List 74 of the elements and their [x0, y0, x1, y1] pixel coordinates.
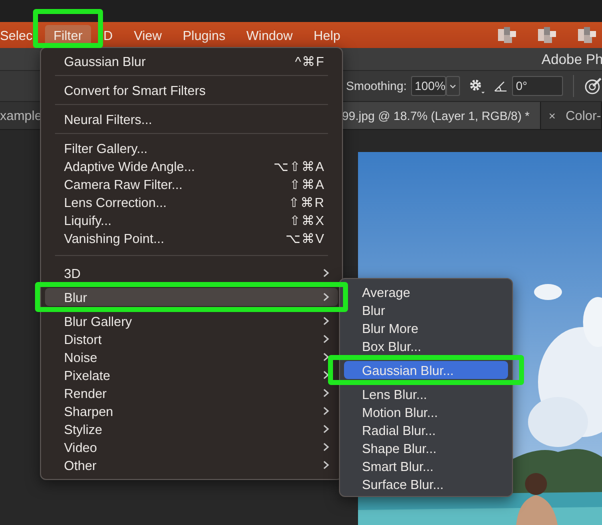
menu-item[interactable]: Stylize — [45, 420, 338, 438]
smoothing-label: Smoothing: — [346, 79, 407, 93]
menu-item[interactable]: Filter Gallery... — [45, 139, 338, 157]
menu-bar-item[interactable]: Plugins — [174, 24, 234, 46]
menu-item-label[interactable]: Vanishing Point... — [64, 230, 286, 246]
status-icon[interactable] — [538, 27, 556, 43]
menu-bar-item[interactable]: Selec — [0, 24, 42, 46]
menu-item-label[interactable]: Adaptive Wide Angle... — [64, 158, 274, 174]
close-icon[interactable]: × — [548, 108, 556, 122]
menu-item[interactable]: Other — [45, 456, 338, 474]
menu-item-label[interactable]: Stylize — [64, 422, 322, 436]
menu-item[interactable]: Gaussian Blur... — [344, 361, 508, 379]
menu-item[interactable]: Blur — [45, 288, 338, 306]
smoothing-field[interactable]: 100% — [410, 76, 446, 96]
menu-item-label[interactable]: Distort — [64, 332, 322, 346]
menu-item[interactable]: Neural Filters... — [45, 110, 338, 128]
status-icon[interactable] — [498, 27, 516, 43]
menu-item[interactable]: Blur — [344, 301, 508, 319]
menu-item-label[interactable]: Gaussian Blur — [64, 54, 295, 68]
menu-bar-item[interactable]: Help — [304, 24, 350, 46]
shortcut-label: ⌥⌘V — [285, 230, 325, 246]
shortcut-label: ⇧⌘A — [289, 176, 325, 192]
menu-item[interactable]: Gaussian Blur ^⌘F — [45, 52, 338, 70]
tab-label[interactable]: Color- — [566, 108, 601, 123]
menu-item[interactable]: Vanishing Point... ⌥⌘V — [45, 229, 338, 247]
menu-bar-item[interactable]: Window — [237, 24, 302, 46]
menu-item-label[interactable]: Other — [64, 458, 322, 472]
menu-item[interactable]: Pixelate — [45, 366, 338, 384]
menu-item-label[interactable]: Sharpen — [64, 404, 322, 418]
menu-item-label[interactable]: Noise — [64, 350, 322, 364]
menu-item[interactable]: 3D — [45, 264, 338, 282]
menu-item-label[interactable]: Blur Gallery — [64, 314, 322, 328]
menu-item-label[interactable]: 3D — [64, 266, 322, 280]
menu-bar-item[interactable]: View — [124, 24, 171, 46]
menu-item[interactable]: Sharpen — [45, 402, 338, 420]
menu-item[interactable]: Smart Blur... — [344, 457, 508, 475]
menu-item[interactable]: Box Blur... — [344, 337, 508, 355]
shortcut-label: ⇧⌘R — [288, 194, 325, 210]
menu-item[interactable]: Surface Blur... — [344, 475, 508, 493]
menu-item-label[interactable]: Blur — [64, 290, 322, 304]
shortcut-label: ^⌘F — [294, 54, 325, 68]
menu-item-label[interactable]: Camera Raw Filter... — [64, 176, 290, 192]
angle-field[interactable]: 0° — [512, 76, 563, 96]
menu-item[interactable]: Convert for Smart Filters — [45, 81, 338, 99]
menu-item[interactable]: Distort — [45, 330, 338, 348]
menu-item[interactable]: Blur More — [344, 319, 508, 337]
highlight-frame — [32, 8, 104, 48]
menu-item[interactable]: Shape Blur... — [344, 439, 508, 457]
menu-bar-item[interactable]: D — [94, 24, 122, 46]
menu-item-label[interactable]: Video — [64, 440, 322, 454]
menu-item-label[interactable]: Lens Correction... — [64, 194, 289, 210]
menu-item-label[interactable]: Liquify... — [64, 212, 290, 228]
menu-item[interactable]: Lens Correction... ⇧⌘R — [45, 193, 338, 211]
menu-item[interactable]: Render — [45, 384, 338, 402]
shortcut-label: ⌥⇧⌘A — [273, 158, 325, 174]
menu-item[interactable]: Adaptive Wide Angle... ⌥⇧⌘A — [45, 157, 338, 175]
menu-item[interactable]: Radial Blur... — [344, 421, 508, 439]
menu-item[interactable]: Lens Blur... — [344, 385, 508, 403]
status-icon[interactable] — [578, 27, 596, 43]
menu-item-label[interactable]: Pixelate — [64, 368, 322, 382]
menu-item[interactable]: Noise — [45, 348, 338, 366]
app-title: Adobe Ph — [542, 51, 602, 67]
menu-item[interactable]: Average — [344, 283, 508, 301]
menu-item-label[interactable]: Render — [64, 386, 322, 400]
menu-item[interactable]: Liquify... ⇧⌘X — [45, 211, 338, 229]
dropdown-button[interactable] — [446, 76, 460, 96]
menu-item[interactable]: Motion Blur... — [344, 403, 508, 421]
menu-item[interactable]: Camera Raw Filter... ⇧⌘A — [45, 175, 338, 193]
menu-item[interactable]: Blur Gallery — [45, 312, 338, 330]
brush-target-icon[interactable] — [584, 75, 602, 97]
document-tab[interactable]: × Color- — [540, 102, 602, 129]
angle-icon — [494, 79, 508, 93]
menu-item[interactable]: Video — [45, 438, 338, 456]
shortcut-label: ⇧⌘X — [289, 212, 325, 228]
